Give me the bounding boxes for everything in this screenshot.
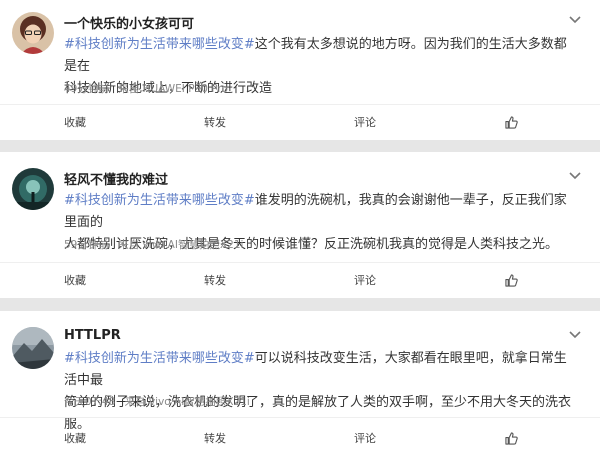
like-button[interactable] [440, 421, 590, 457]
chevron-down-icon[interactable] [568, 330, 582, 340]
avatar[interactable] [12, 168, 54, 210]
thumbs-up-icon [505, 432, 518, 445]
like-button[interactable] [440, 105, 590, 141]
post-source: 来自 vivo AI智慧拍照X21i [118, 239, 244, 251]
post-card: HTTLPR #科技创新为生活带来哪些改变#可以说科技改变生活，大家都看在眼里吧… [0, 311, 600, 469]
weibo-feed: 一个快乐的小女孩可可 #科技创新为生活带来哪些改变#这个我有太多想说的地方呀。因… [0, 0, 600, 469]
post-meta: 今天07:48 来自 vivo AI智慧拍照X21i [64, 394, 256, 409]
post-time[interactable]: 49分钟前 [64, 83, 109, 95]
like-button[interactable] [440, 263, 590, 299]
chevron-down-icon[interactable] [568, 15, 582, 25]
girl-avatar-image [12, 12, 54, 54]
chevron-down-icon[interactable] [568, 171, 582, 181]
comment-button[interactable]: 评论 [290, 421, 440, 457]
avatar[interactable] [12, 12, 54, 54]
repost-button[interactable]: 转发 [140, 263, 290, 299]
topic-link[interactable]: #科技创新为生活带来哪些改变# [64, 37, 255, 52]
post-card: 一个快乐的小女孩可可 #科技创新为生活带来哪些改变#这个我有太多想说的地方呀。因… [0, 0, 600, 140]
post-source: 来自 HUAWEI P30 Pro [118, 83, 228, 95]
action-bar: 收藏 转发 评论 [0, 421, 600, 457]
post-meta: 59分钟前 来自 vivo AI智慧拍照X21i [64, 237, 249, 252]
action-bar: 收藏 转发 评论 [0, 105, 600, 141]
username[interactable]: 轻风不懂我的难过 [64, 169, 168, 188]
thumbs-up-icon [505, 274, 518, 287]
post-text-line: #科技创新为生活带来哪些改变#这个我有太多想说的地方呀。因为我们的生活大多数都是… [64, 34, 572, 78]
username[interactable]: 一个快乐的小女孩可可 [64, 13, 194, 32]
thumbs-up-icon [505, 116, 518, 129]
topic-link[interactable]: #科技创新为生活带来哪些改变# [64, 351, 255, 366]
favorite-button[interactable]: 收藏 [0, 263, 150, 299]
post-time[interactable]: 今天07:48 [64, 396, 115, 408]
comment-button[interactable]: 评论 [290, 105, 440, 141]
comment-button[interactable]: 评论 [290, 263, 440, 299]
post-time[interactable]: 59分钟前 [64, 239, 109, 251]
night-scene-avatar-image [12, 168, 54, 210]
divider [0, 417, 600, 418]
post-text-line: #科技创新为生活带来哪些改变#谁发明的洗碗机，我真的会谢谢他一辈子，反正我们家里… [64, 190, 572, 234]
post-source: 来自 vivo AI智慧拍照X21i [124, 396, 250, 408]
post-card: 轻风不懂我的难过 #科技创新为生活带来哪些改变#谁发明的洗碗机，我真的会谢谢他一… [0, 152, 600, 298]
repost-button[interactable]: 转发 [140, 421, 290, 457]
favorite-button[interactable]: 收藏 [0, 105, 150, 141]
username[interactable]: HTTLPR [64, 328, 121, 343]
action-bar: 收藏 转发 评论 [0, 263, 600, 299]
favorite-button[interactable]: 收藏 [0, 421, 150, 457]
landscape-avatar-image [12, 327, 54, 369]
post-text-line: #科技创新为生活带来哪些改变#可以说科技改变生活，大家都看在眼里吧，就拿日常生活… [64, 348, 572, 392]
topic-link[interactable]: #科技创新为生活带来哪些改变# [64, 193, 255, 208]
avatar[interactable] [12, 327, 54, 369]
post-meta: 49分钟前 来自 HUAWEI P30 Pro [64, 81, 234, 96]
repost-button[interactable]: 转发 [140, 105, 290, 141]
